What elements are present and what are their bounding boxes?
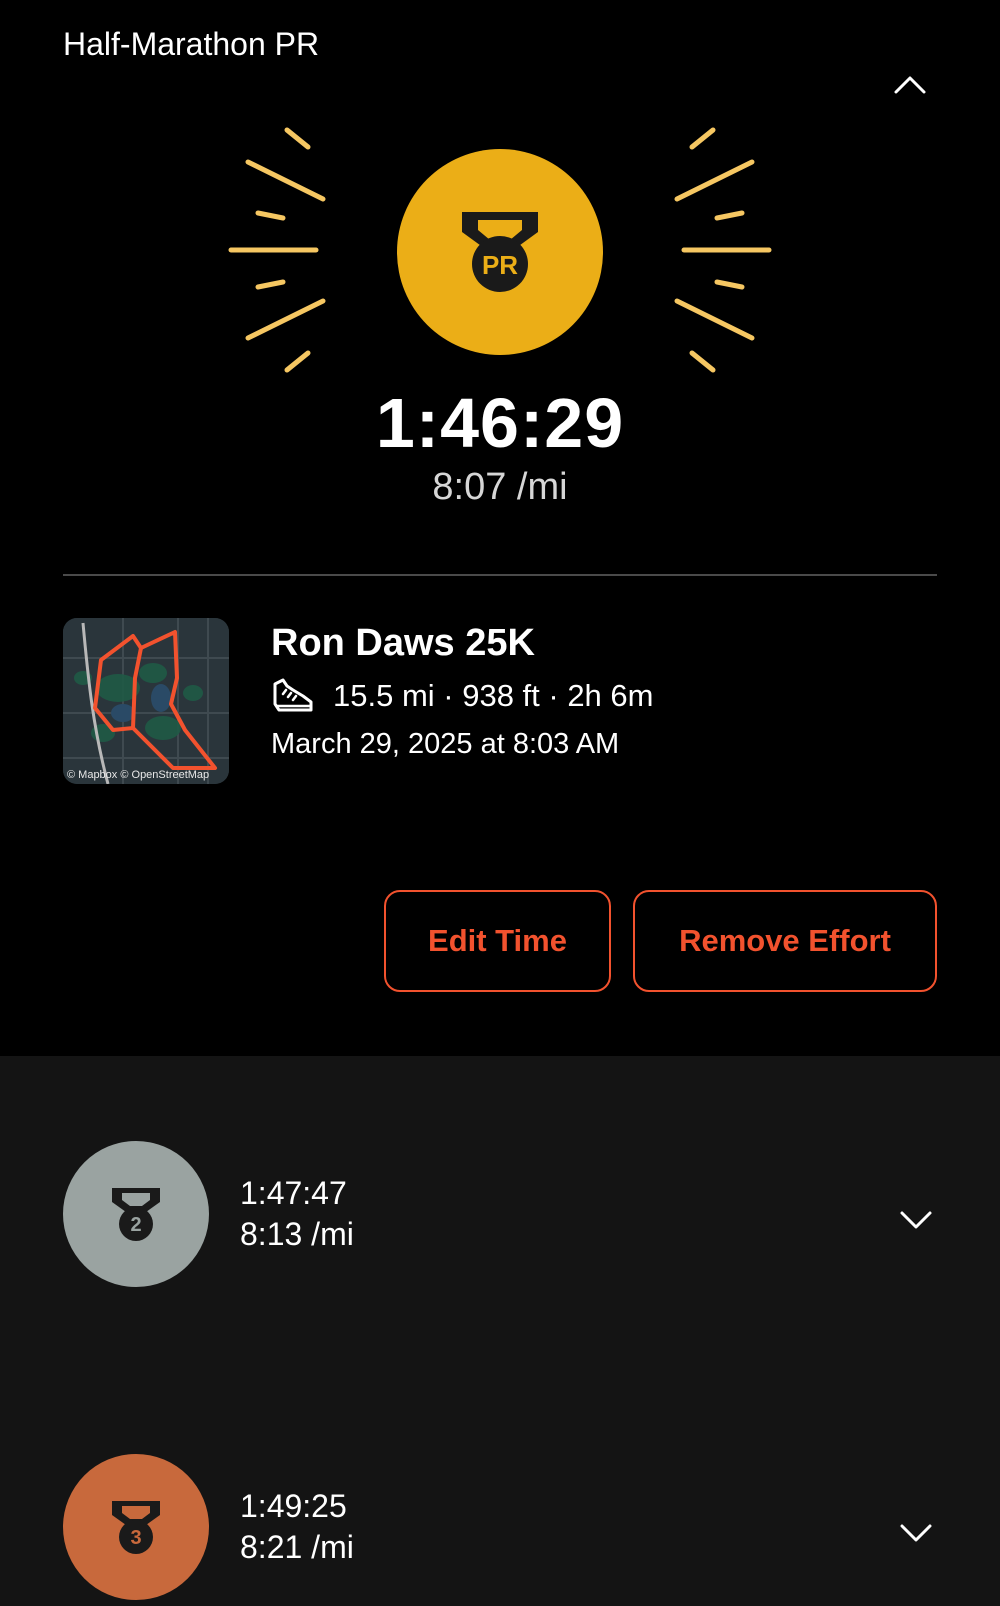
- pr-medal-icon: PR: [462, 212, 538, 292]
- route-map-icon: [63, 618, 229, 784]
- bronze-medal-badge: 3: [63, 1454, 209, 1600]
- effort-time: 1:47:47: [240, 1175, 347, 1211]
- effort-row-3[interactable]: 3 1:49:25 8:21 /mi: [0, 1454, 1000, 1604]
- pr-badge: PR: [397, 149, 603, 355]
- activity-date: March 29, 2025 at 8:03 AM: [271, 728, 620, 760]
- running-shoe-icon: [273, 678, 313, 712]
- pr-badge-label: PR: [482, 250, 518, 280]
- activity-map-thumbnail[interactable]: © Mapbox © OpenStreetMap: [63, 618, 229, 784]
- effort-row-2[interactable]: 2 1:47:47 8:13 /mi: [0, 1141, 1000, 1291]
- pr-pace: 8:07 /mi: [432, 466, 568, 508]
- pr-detail-panel: Half-Marathon PR PR 1:46:29 8:07 /mi © M…: [0, 0, 1000, 1056]
- divider: [63, 574, 937, 576]
- effort-pace: 8:13 /mi: [240, 1216, 354, 1252]
- third-place-medal-icon: 3: [112, 1501, 160, 1554]
- activity-stats: 15.5 mi · 938 ft · 2h 6m: [333, 678, 654, 713]
- effort-rank: 2: [130, 1214, 141, 1236]
- other-efforts-list: 2 1:47:47 8:13 /mi 3 1:49:25 8:21 /mi: [0, 1056, 1000, 1606]
- pr-time: 1:46:29: [375, 384, 625, 462]
- chevron-down-icon[interactable]: [896, 1199, 936, 1239]
- activity-name[interactable]: Ron Daws 25K: [271, 622, 535, 665]
- second-place-medal-icon: 2: [112, 1188, 160, 1241]
- remove-effort-button[interactable]: Remove Effort: [633, 890, 937, 992]
- effort-rank: 3: [130, 1527, 141, 1549]
- chevron-down-icon[interactable]: [896, 1512, 936, 1552]
- map-attribution: © Mapbox © OpenStreetMap: [67, 769, 210, 781]
- edit-time-button[interactable]: Edit Time: [384, 890, 611, 992]
- effort-pace: 8:21 /mi: [240, 1529, 354, 1565]
- silver-medal-badge: 2: [63, 1141, 209, 1287]
- effort-time: 1:49:25: [240, 1488, 347, 1524]
